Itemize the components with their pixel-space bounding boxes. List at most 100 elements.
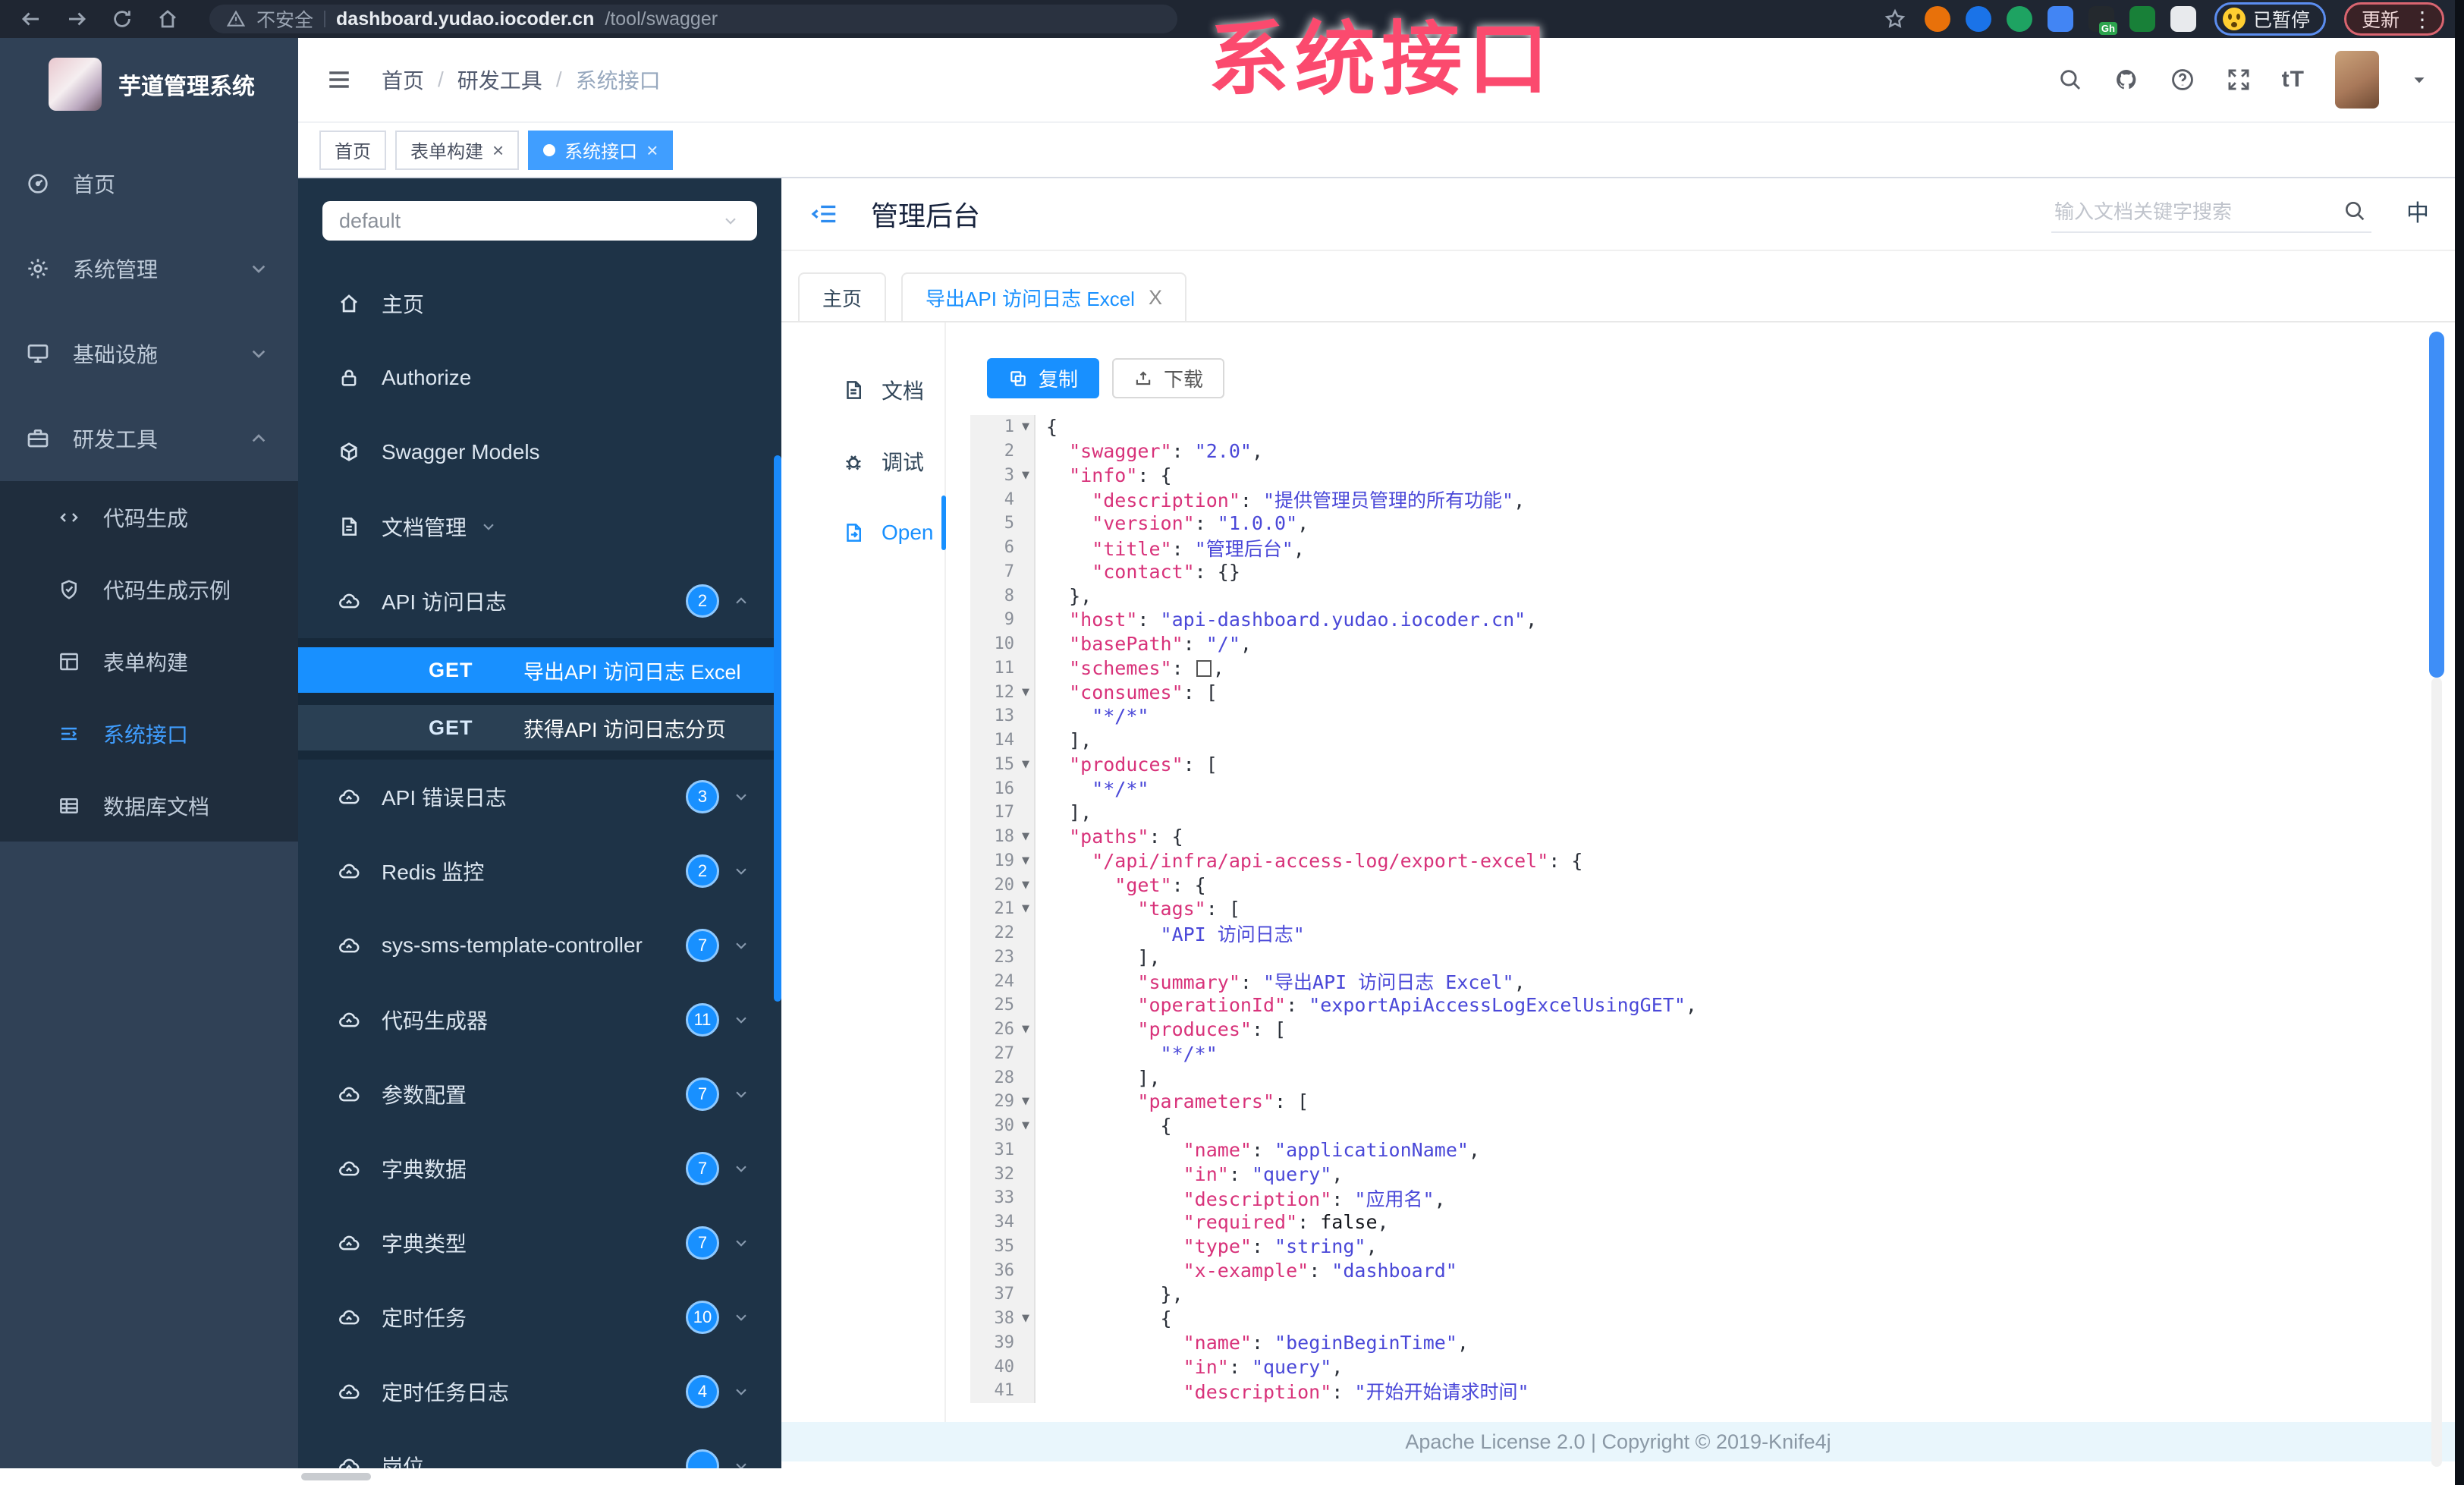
group-select[interactable]: default (322, 201, 757, 241)
puzzle-extension-icon[interactable] (2170, 6, 2196, 32)
gutter: 6 (970, 535, 1036, 560)
bookmark-star-icon[interactable] (1884, 8, 1906, 30)
gutter: 27 (970, 1041, 1036, 1066)
fullscreen-icon[interactable] (2226, 67, 2252, 93)
knife-menu-item[interactable]: Redis 监控 2 (298, 834, 781, 908)
blue-drop-extension-icon[interactable] (1965, 6, 1991, 32)
fold-toggle-icon[interactable]: ▼ (1017, 1120, 1034, 1131)
sidebar-subitem[interactable]: 代码生成 (0, 481, 298, 553)
knife-menu-item[interactable]: Authorize (298, 341, 781, 415)
page-scrollbar-track[interactable] (2431, 678, 2442, 1467)
rail-item[interactable]: 文档 (781, 354, 944, 426)
knife-menu-item[interactable]: sys-sms-template-controller 7 (298, 908, 781, 983)
paused-extension-pill[interactable]: 已暂停 (2214, 2, 2326, 36)
sidebar-scrollbar[interactable] (774, 455, 781, 1002)
sidebar-subitem[interactable]: 表单构建 (0, 625, 298, 697)
orange-extension-icon[interactable] (1924, 6, 1950, 32)
code-editor[interactable]: 1 ▼{2 "swagger": "2.0", 3 ▼ "info": {4 "des… (970, 415, 2455, 1403)
reload-icon[interactable] (111, 8, 134, 30)
knife-menu-item[interactable]: API 错误日志 3 (298, 760, 781, 834)
fold-toggle-icon[interactable]: ▼ (1017, 831, 1034, 842)
fold-toggle-icon[interactable]: ▼ (1017, 687, 1034, 698)
close-icon[interactable]: × (492, 140, 504, 160)
line-number: 18 (994, 827, 1015, 847)
gutter: 5 (970, 511, 1036, 536)
knife-menu-item[interactable]: 定时任务日志 4 (298, 1354, 781, 1429)
horizontal-scrollbar-thumb[interactable] (301, 1473, 371, 1480)
knife-menu-item[interactable]: Swagger Models (298, 415, 781, 489)
fold-toggle-icon[interactable]: ▼ (1017, 470, 1034, 481)
fold-toggle-icon[interactable]: ▼ (1017, 421, 1034, 433)
breadcrumb-item[interactable]: 研发工具 (457, 64, 542, 95)
sidebar-item[interactable]: 研发工具 (0, 396, 298, 481)
close-icon[interactable]: X (1149, 287, 1162, 308)
api-operation-item[interactable]: GET 获得API 访问日志分页 (298, 705, 781, 750)
fold-toggle-icon[interactable]: ▼ (1017, 903, 1034, 914)
knife-menu-item[interactable]: 代码生成器 11 (298, 983, 781, 1057)
search-icon[interactable] (2343, 199, 2367, 223)
knife-menu-item[interactable]: 主页 (298, 266, 781, 341)
rail-item[interactable]: Open (781, 497, 944, 568)
back-icon[interactable] (20, 8, 42, 30)
sidebar-subitem[interactable]: 代码生成示例 (0, 553, 298, 625)
breadcrumb-item[interactable]: 首页 (382, 64, 424, 95)
sidebar-toggle-icon[interactable] (325, 66, 353, 93)
fold-toggle-icon[interactable]: ▼ (1017, 1096, 1034, 1107)
download-button[interactable]: 下载 (1112, 358, 1225, 398)
api-operation-item[interactable]: GET 导出API 访问日志 Excel (298, 647, 781, 693)
count-badge: 7 (686, 929, 719, 962)
language-switch-icon[interactable]: 中 (2406, 203, 2429, 225)
blue-grid-extension-icon[interactable] (2047, 6, 2073, 32)
knife-menu-item[interactable]: 参数配置 7 (298, 1057, 781, 1131)
browser-home-icon[interactable] (156, 8, 179, 30)
github-extension-icon[interactable]: Gh (2088, 6, 2117, 35)
app-logo[interactable]: 芋道管理系统 (0, 38, 298, 111)
doc-tab[interactable]: 主页 (798, 272, 887, 321)
fold-toggle-icon[interactable]: ▼ (1017, 1313, 1034, 1324)
view-tag[interactable]: 表单构建 × (395, 130, 520, 170)
rail-item[interactable]: 调试 (781, 426, 944, 497)
green-circle-extension-icon[interactable] (2006, 6, 2032, 32)
sidebar-item[interactable]: 基础设施 (0, 311, 298, 396)
kebab-menu-icon[interactable]: ⋮ (2412, 7, 2433, 32)
caret-down-icon[interactable] (2409, 70, 2429, 90)
knife-menu-item[interactable]: 定时任务 10 (298, 1280, 781, 1354)
sidebar-subitem[interactable]: 数据库文档 (0, 769, 298, 842)
browser-update-button[interactable]: 更新 ⋮ (2343, 2, 2444, 36)
address-bar[interactable]: 不安全 dashboard.yudao.iocoder.cn /tool/swa… (209, 5, 1177, 33)
doc-search (2051, 195, 2371, 233)
fold-toggle-icon[interactable]: ▼ (1017, 759, 1034, 770)
sidebar-subitem-label: 数据库文档 (103, 794, 210, 819)
knife-menu-item[interactable]: API 访问日志 2 (298, 564, 781, 638)
knife-menu-item[interactable]: 文档管理 (298, 489, 781, 564)
copy-button[interactable]: 复制 (987, 358, 1100, 398)
doc-search-input[interactable] (2051, 195, 2371, 233)
doc-tab[interactable]: 导出API 访问日志 Excel X (901, 272, 1186, 321)
help-icon[interactable] (2170, 67, 2195, 93)
forward-icon[interactable] (65, 8, 88, 30)
menu-fold-icon[interactable] (810, 200, 839, 228)
search-icon[interactable] (2057, 67, 2083, 93)
green-extension-icon[interactable] (2129, 6, 2155, 32)
close-icon[interactable]: × (646, 140, 658, 160)
fold-toggle-icon[interactable]: ▼ (1017, 1024, 1034, 1035)
page-scrollbar-thumb[interactable] (2429, 332, 2444, 678)
fold-toggle-icon[interactable]: ▼ (1017, 879, 1034, 891)
sidebar-subitem[interactable]: 系统接口 (0, 697, 298, 769)
code-line: 31 "name": "applicationName", (970, 1137, 2455, 1163)
gutter: 20 ▼ (970, 873, 1036, 897)
count-badge: 7 (686, 1226, 719, 1260)
view-tag[interactable]: 系统接口 × (528, 130, 674, 170)
knife-menu-item[interactable]: 字典数据 7 (298, 1131, 781, 1206)
view-tag[interactable]: 首页 (319, 130, 386, 170)
code-icon (58, 506, 80, 529)
knife-menu-item[interactable]: 字典类型 7 (298, 1206, 781, 1280)
gutter: 4 (970, 487, 1036, 511)
github-icon[interactable] (2114, 67, 2139, 93)
sidebar-item[interactable]: 首页 (0, 141, 298, 226)
sidebar-item[interactable]: 系统管理 (0, 226, 298, 311)
code-line: 23 ], (970, 945, 2455, 970)
font-size-icon[interactable]: tT (2282, 67, 2305, 93)
fold-toggle-icon[interactable]: ▼ (1017, 855, 1034, 867)
user-avatar[interactable] (2335, 51, 2379, 109)
